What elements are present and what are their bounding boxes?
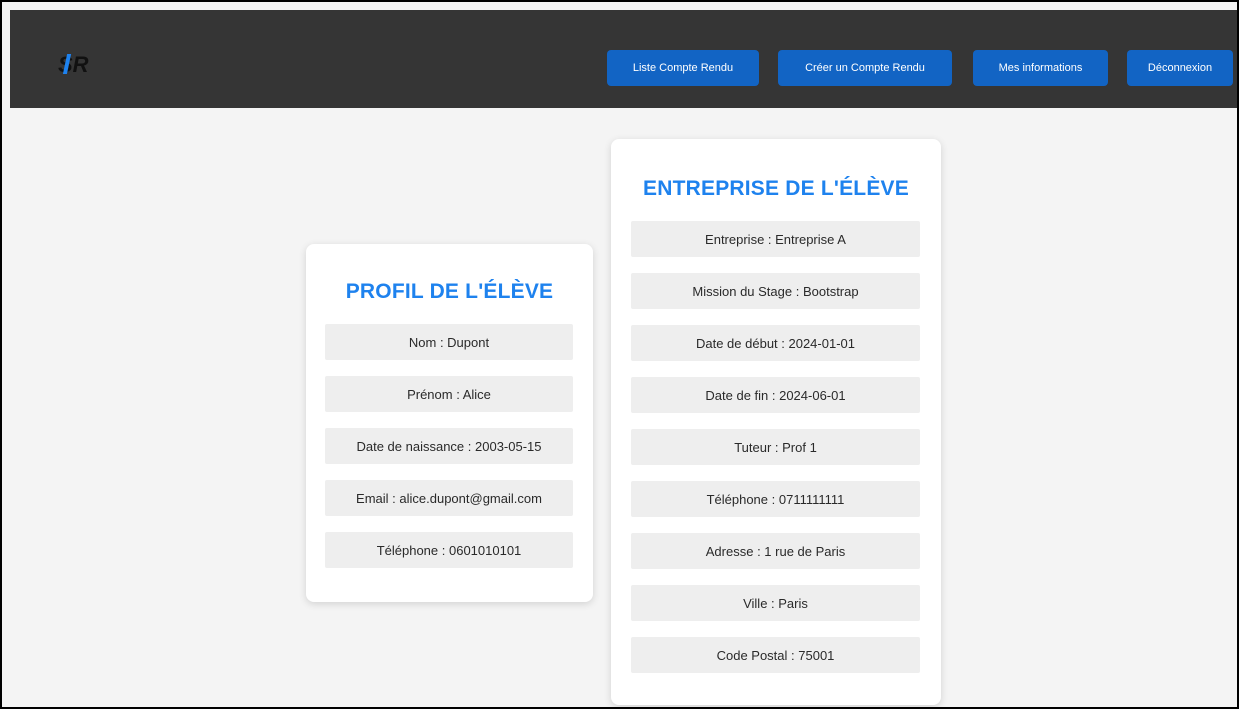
company-field-postal-code: Code Postal : 75001 xyxy=(631,637,920,673)
logo[interactable]: SR xyxy=(56,50,96,78)
profile-field-first-name: Prénom : Alice xyxy=(325,376,573,412)
my-information-button[interactable]: Mes informations xyxy=(973,50,1108,86)
logo-letter-s: SR xyxy=(58,52,89,77)
company-field-name: Entreprise : Entreprise A xyxy=(631,221,920,257)
company-field-address: Adresse : 1 rue de Paris xyxy=(631,533,920,569)
page-frame: SR Liste Compte Rendu Créer un Compte Re… xyxy=(0,0,1239,709)
list-reports-button[interactable]: Liste Compte Rendu xyxy=(607,50,759,86)
company-field-city: Ville : Paris xyxy=(631,585,920,621)
company-field-phone: Téléphone : 0711111111 xyxy=(631,481,920,517)
profile-field-birth-date: Date de naissance : 2003-05-15 xyxy=(325,428,573,464)
create-report-button[interactable]: Créer un Compte Rendu xyxy=(778,50,952,86)
company-title: ENTREPRISE DE L'ÉLÈVE xyxy=(643,177,909,200)
profile-field-last-name: Nom : Dupont xyxy=(325,324,573,360)
logout-button[interactable]: Déconnexion xyxy=(1127,50,1233,86)
company-card: ENTREPRISE DE L'ÉLÈVE Entreprise : Entre… xyxy=(611,139,941,705)
company-field-start-date: Date de début : 2024-01-01 xyxy=(631,325,920,361)
student-profile-card: PROFIL DE L'ÉLÈVE Nom : Dupont Prénom : … xyxy=(306,244,593,602)
company-field-end-date: Date de fin : 2024-06-01 xyxy=(631,377,920,413)
profile-title: PROFIL DE L'ÉLÈVE xyxy=(345,280,554,303)
navbar: SR Liste Compte Rendu Créer un Compte Re… xyxy=(10,10,1237,108)
company-field-tutor: Tuteur : Prof 1 xyxy=(631,429,920,465)
company-field-mission: Mission du Stage : Bootstrap xyxy=(631,273,920,309)
profile-field-email: Email : alice.dupont@gmail.com xyxy=(325,480,573,516)
profile-field-phone: Téléphone : 0601010101 xyxy=(325,532,573,568)
